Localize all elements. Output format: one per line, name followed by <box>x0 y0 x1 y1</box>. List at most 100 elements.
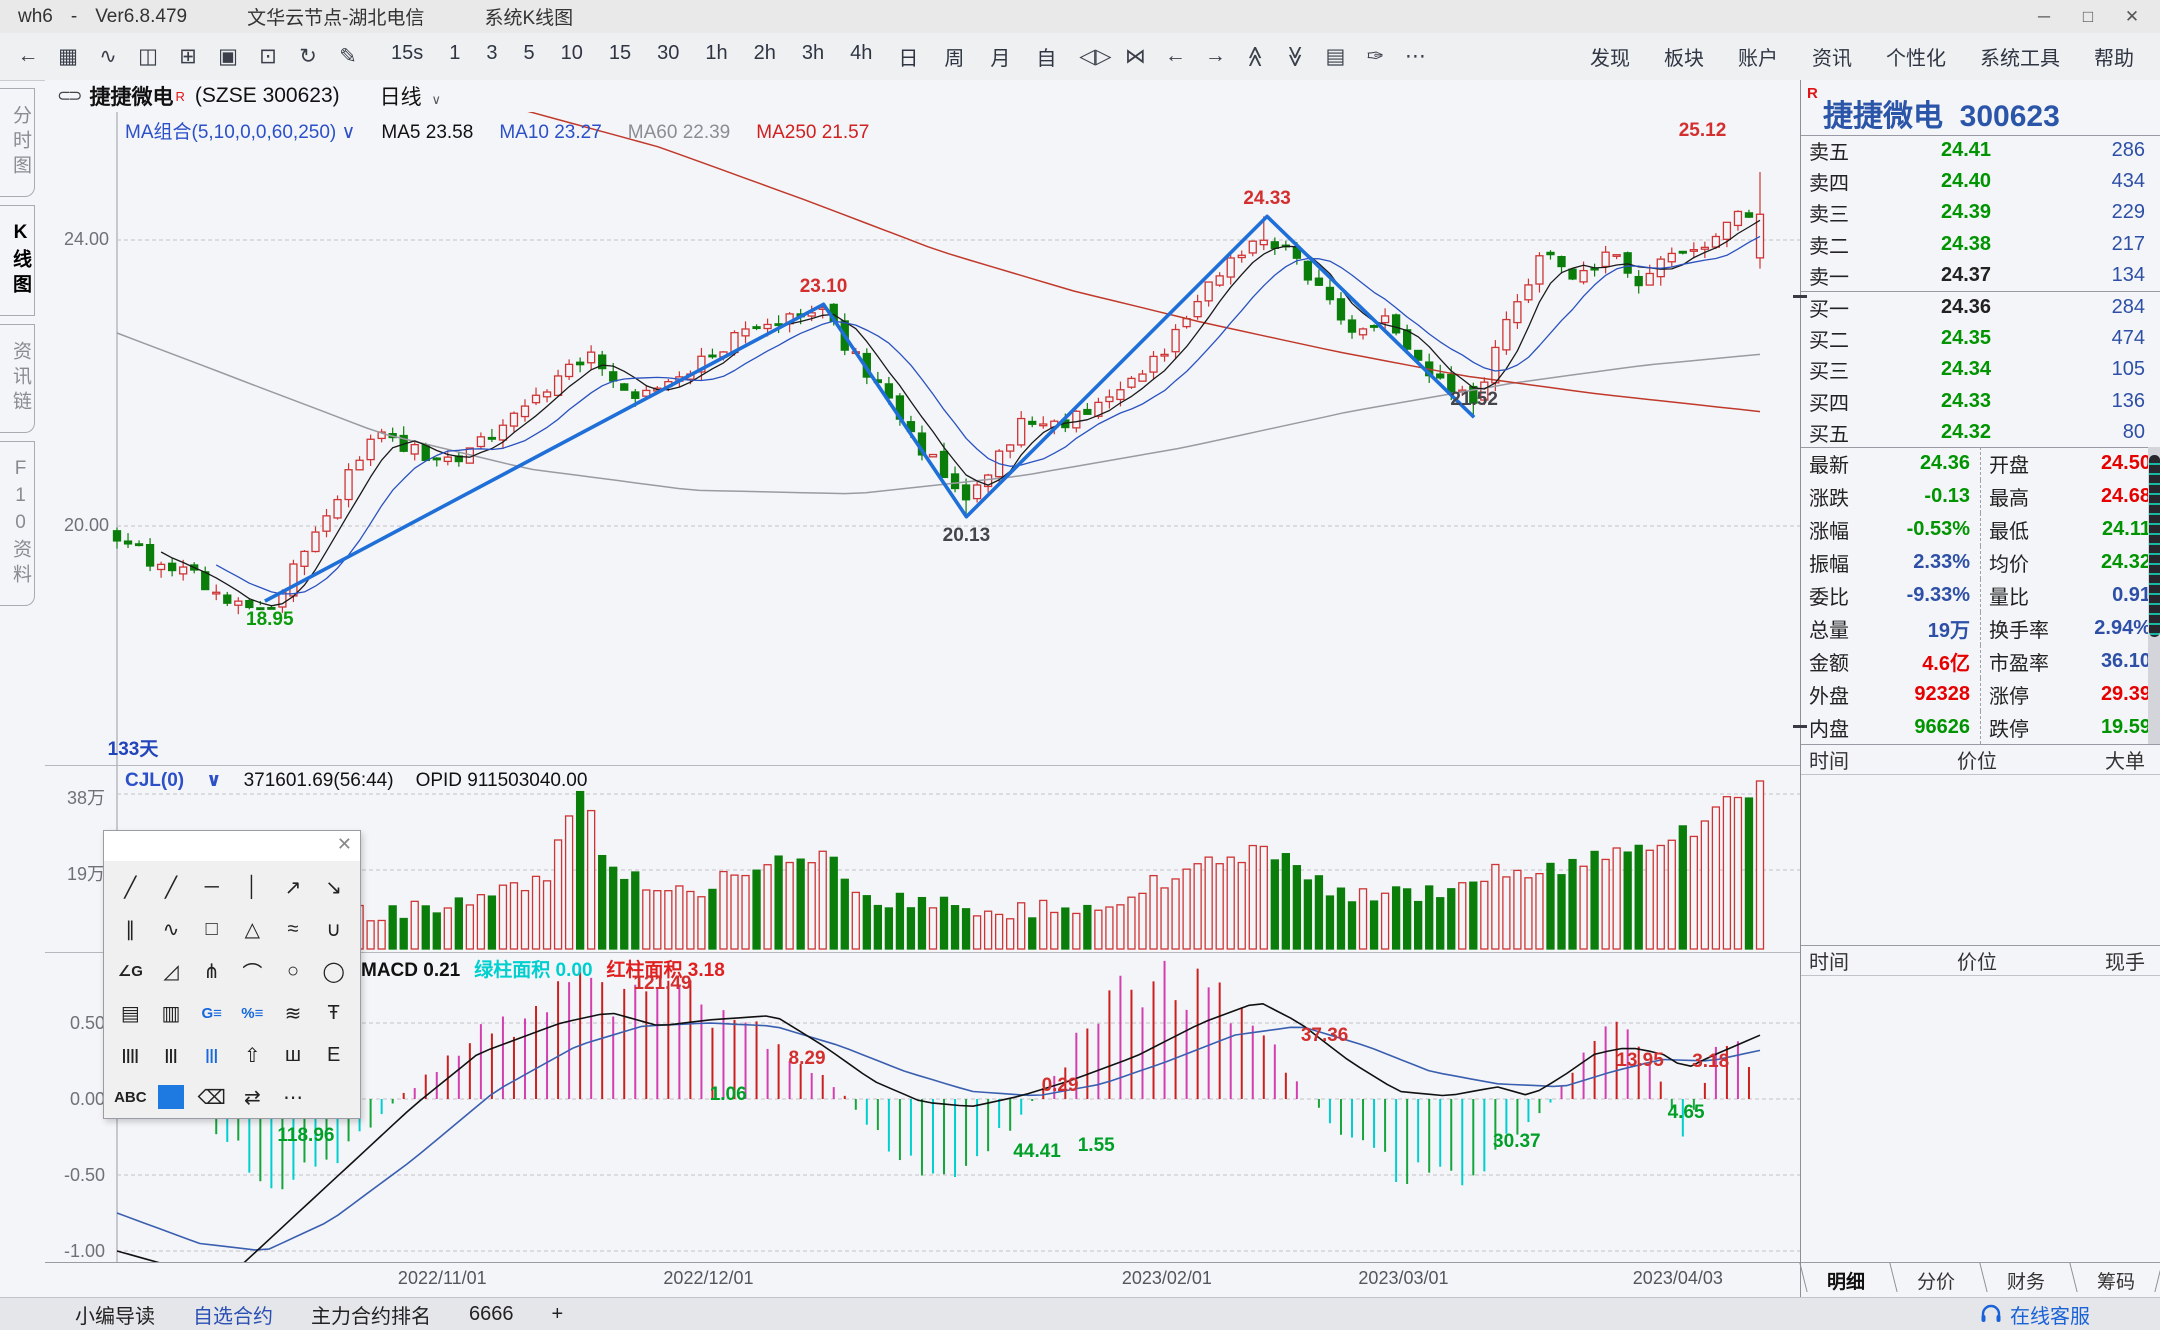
period-selector[interactable]: 日线 ∨ <box>380 81 441 111</box>
period-button-1[interactable]: 1 <box>436 42 473 71</box>
menu-板块[interactable]: 板块 <box>1664 42 1704 71</box>
segment-tool[interactable]: ╱ <box>110 869 151 905</box>
book-row[interactable]: 买五24.3280 <box>1801 417 2160 448</box>
mark-icon[interactable]: ▣ <box>208 44 248 69</box>
time-ruler4-tool[interactable]: |||| <box>110 1037 151 1073</box>
save-icon[interactable]: ⊡ <box>248 44 288 69</box>
period-button-1h[interactable]: 1h <box>692 42 740 71</box>
period-button-4h[interactable]: 4h <box>837 42 885 71</box>
rectangle-tool[interactable]: □ <box>191 911 232 947</box>
drawing-toolbar-titlebar[interactable]: ✕ <box>104 831 360 861</box>
menu-资讯[interactable]: 资讯 <box>1812 42 1852 71</box>
collapse-up-icon[interactable]: ≪ <box>1235 44 1275 69</box>
book-row[interactable]: 卖五24.41286 <box>1801 135 2160 166</box>
kline-pane[interactable]: MA组合(5,10,0,0,60,250) ∨MA5 23.58MA10 23.… <box>45 112 1800 766</box>
circle-tool[interactable]: ○ <box>273 953 314 989</box>
menu-账户[interactable]: 账户 <box>1738 42 1778 71</box>
wave-tool[interactable]: ≈ <box>273 911 314 947</box>
polyline-tool[interactable]: ∿ <box>151 911 192 947</box>
maximize-button[interactable]: □ <box>2066 7 2110 27</box>
eraser-tool[interactable]: ⌫ <box>191 1079 232 1115</box>
book-row[interactable]: 买一24.36284 <box>1801 292 2160 323</box>
cjl-indicator-bar[interactable]: CJL(0)∨371601.69(56:44)OPID 911503040.00 <box>125 769 609 792</box>
sidebar-tab-资讯链[interactable]: 资讯链 <box>0 324 35 433</box>
period-button-15[interactable]: 15 <box>596 42 644 71</box>
pitchfork-tool[interactable]: ⋔ <box>191 953 232 989</box>
arc-u-tool[interactable]: ∪ <box>313 911 354 947</box>
cjl-label[interactable]: CJL(0) <box>125 770 184 791</box>
kline-canvas[interactable] <box>45 112 1800 765</box>
book-row[interactable]: 卖二24.38217 <box>1801 229 2160 260</box>
band-tool[interactable]: ▥ <box>151 995 192 1031</box>
menu-系统工具[interactable]: 系统工具 <box>1980 42 2060 71</box>
page-left-icon[interactable]: ← <box>1155 44 1195 69</box>
period-button-30[interactable]: 30 <box>644 42 692 71</box>
invert-icon[interactable]: ⋈ <box>1115 44 1155 69</box>
menu-个性化[interactable]: 个性化 <box>1886 42 1946 71</box>
splitter-handle[interactable] <box>1793 295 1807 298</box>
page-right-icon[interactable]: → <box>1195 44 1235 69</box>
pen-icon[interactable]: ✑ <box>1355 44 1395 69</box>
horizontal-line-tool[interactable]: ─ <box>191 869 232 905</box>
multi-chart-icon[interactable]: ⊞ <box>168 44 208 69</box>
period-button-10[interactable]: 10 <box>548 42 596 71</box>
scrollbar-thumb[interactable] <box>2149 455 2160 637</box>
sidebar-tab-K线图[interactable]: K线图 <box>0 205 35 316</box>
book-row[interactable]: 卖一24.37134 <box>1801 260 2160 291</box>
minute-chart-icon[interactable]: ∿ <box>88 44 128 69</box>
more-icon[interactable]: ⋯ <box>1395 44 1435 69</box>
period-button-3h[interactable]: 3h <box>789 42 837 71</box>
collapse-down-icon[interactable]: ≫ <box>1275 44 1315 69</box>
back-icon[interactable]: ← <box>8 44 48 69</box>
panel-tab-明细[interactable]: 明细 <box>1801 1263 1891 1298</box>
period-button-月[interactable]: 月 <box>977 42 1023 71</box>
panel-tab-筹码[interactable]: 筹码 <box>2071 1263 2160 1298</box>
status-item-6666[interactable]: 6666 <box>469 1303 514 1326</box>
arrow-down-line-tool[interactable]: ↘ <box>313 869 354 905</box>
status-item-+[interactable]: + <box>552 1303 564 1326</box>
refresh-icon[interactable]: ↻ <box>288 44 328 69</box>
dashed-line-tool[interactable]: ╱ <box>151 869 192 905</box>
text-label-tool[interactable]: ABC <box>110 1079 151 1115</box>
ellipse-tool[interactable]: ◯ <box>313 953 354 989</box>
book-row[interactable]: 买二24.35474 <box>1801 323 2160 354</box>
status-item-主力合约排名[interactable]: 主力合约排名 <box>311 1300 431 1329</box>
draw-line-icon[interactable]: ✎ <box>328 44 368 69</box>
period-button-自[interactable]: 自 <box>1023 42 1069 71</box>
status-item-小编导读[interactable]: 小编导读 <box>75 1300 155 1329</box>
book-row[interactable]: 卖四24.40434 <box>1801 166 2160 197</box>
kline-chart-icon[interactable]: ◫ <box>128 44 168 69</box>
menu-帮助[interactable]: 帮助 <box>2094 42 2134 71</box>
golden-section-tool[interactable]: G≡ <box>191 995 232 1031</box>
period-button-2h[interactable]: 2h <box>741 42 789 71</box>
book-row[interactable]: 卖三24.39229 <box>1801 197 2160 228</box>
ruler-tool[interactable]: ш <box>273 1037 314 1073</box>
minimize-button[interactable]: ─ <box>2022 7 2066 27</box>
drawing-toolbar[interactable]: ✕ ╱╱─│↗↘∥∿□△≈∪∠G◿⋔⌒○◯▤▥G≡%≡≋Ŧ||||||||||⇧… <box>103 830 361 1119</box>
book-row[interactable]: 买四24.33136 <box>1801 386 2160 417</box>
close-icon[interactable]: ✕ <box>337 834 352 855</box>
cycle-lines-tool[interactable]: ||| <box>191 1037 232 1073</box>
triangle-tool[interactable]: △ <box>232 911 273 947</box>
online-service-link[interactable]: 在线客服 <box>1980 1300 2090 1329</box>
arrow-line-tool[interactable]: ↗ <box>273 869 314 905</box>
trend-band-tool[interactable]: ≋ <box>273 995 314 1031</box>
time-target-tool[interactable]: Ŧ <box>313 995 354 1031</box>
sidebar-tab-分时图[interactable]: 分时图 <box>0 88 35 197</box>
time-ruler3-tool[interactable]: ||| <box>151 1037 192 1073</box>
channel-tool[interactable]: ▤ <box>110 995 151 1031</box>
scrollbar[interactable] <box>2148 447 2160 744</box>
panel-tab-分价[interactable]: 分价 <box>1891 1263 1981 1298</box>
layout-icon[interactable]: ▦ <box>48 44 88 69</box>
vertical-line-tool[interactable]: │ <box>232 869 273 905</box>
percent-section-tool[interactable]: %≡ <box>232 995 273 1031</box>
arrow-mark-tool[interactable]: ⇧ <box>232 1037 273 1073</box>
more-tools[interactable]: ⋯ <box>273 1079 314 1115</box>
right-triangle-tool[interactable]: ◿ <box>151 953 192 989</box>
parallel-lines-tool[interactable]: ∥ <box>110 911 151 947</box>
color-swatch[interactable] <box>151 1079 192 1115</box>
menu-发现[interactable]: 发现 <box>1590 42 1630 71</box>
expand-tool[interactable]: E <box>313 1037 354 1073</box>
quote-board-icon[interactable]: ▤ <box>1315 44 1355 69</box>
status-item-自选合约[interactable]: 自选合约 <box>193 1300 273 1329</box>
